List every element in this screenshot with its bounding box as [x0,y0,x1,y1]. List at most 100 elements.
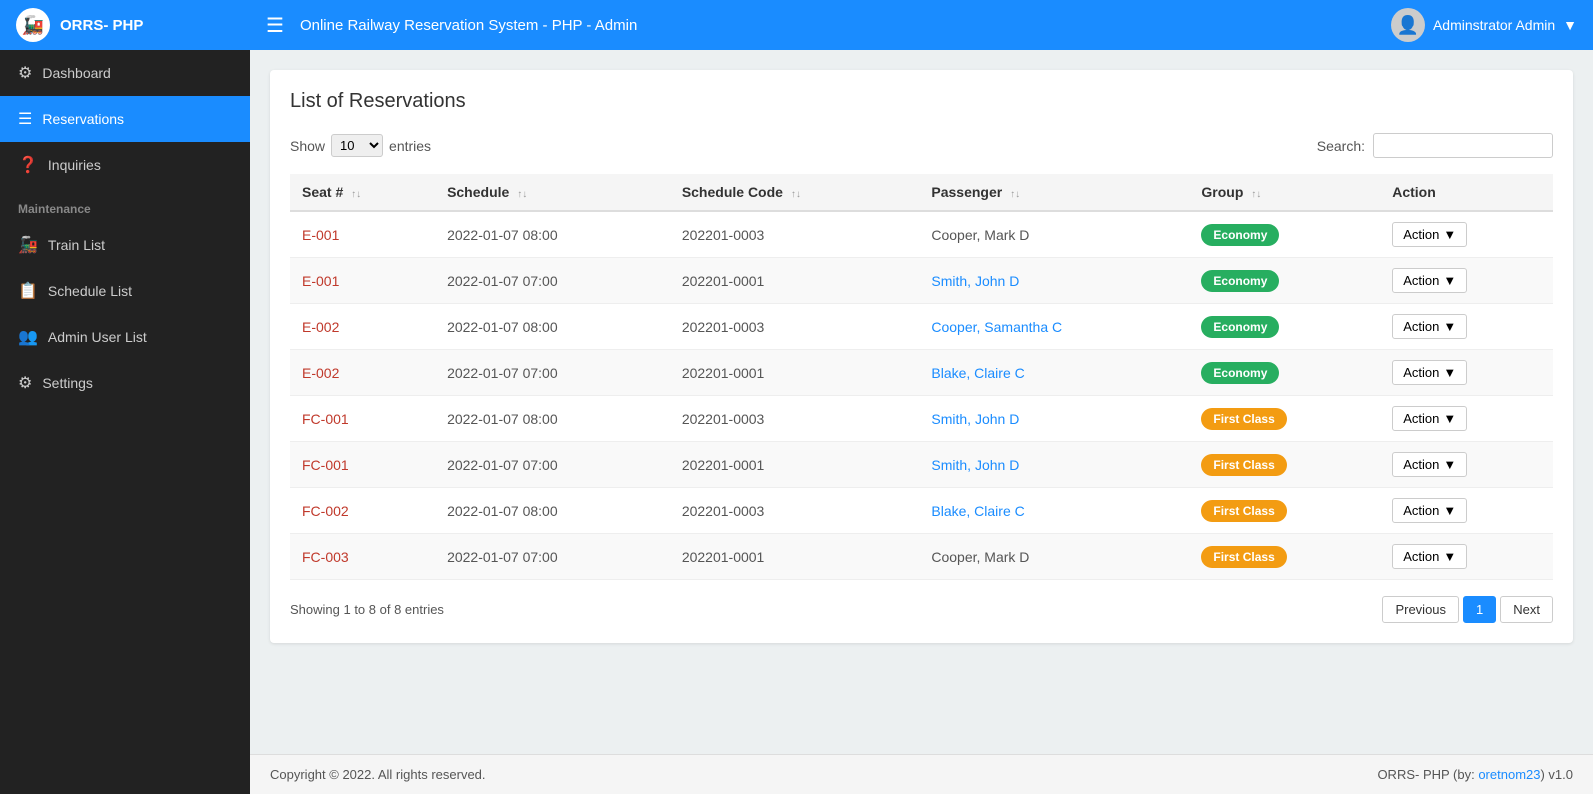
cell-action: Action ▼ [1380,211,1553,258]
cell-action: Action ▼ [1380,442,1553,488]
show-label: Show [290,138,325,154]
col-code[interactable]: Schedule Code ↑↓ [670,174,920,211]
action-button[interactable]: Action ▼ [1392,544,1467,569]
topbar: 🚂 ORRS- PHP ☰ Online Railway Reservation… [0,0,1593,50]
app-name: ORRS- PHP [60,17,143,34]
entries-select[interactable]: 10 25 50 100 [331,134,383,157]
table-body: E-001 2022-01-07 08:00 202201-0003 Coope… [290,211,1553,580]
seat-link[interactable]: FC-002 [302,503,349,519]
col-action: Action [1380,174,1553,211]
table-info: Showing 1 to 8 of 8 entries [290,602,444,617]
seat-link[interactable]: FC-001 [302,457,349,473]
cell-group: First Class [1189,396,1380,442]
cell-action: Action ▼ [1380,258,1553,304]
cell-schedule: 2022-01-07 07:00 [435,258,670,304]
cell-passenger: Blake, Claire C [919,488,1189,534]
pagination-next[interactable]: Next [1500,596,1553,623]
sidebar-item-label-schedule-list: Schedule List [48,283,132,299]
action-button[interactable]: Action ▼ [1392,268,1467,293]
sidebar-item-admin-user-list[interactable]: 👥 Admin User List [0,314,250,360]
pagination-page-1[interactable]: 1 [1463,596,1496,623]
sidebar-item-dashboard[interactable]: ⚙ Dashboard [0,50,250,96]
cell-passenger: Blake, Claire C [919,350,1189,396]
schedule-list-icon: 📋 [18,281,38,301]
seat-link[interactable]: E-002 [302,319,339,335]
reservations-card: List of Reservations Show 10 25 50 100 e… [270,70,1573,643]
cell-code: 202201-0001 [670,442,920,488]
seat-link[interactable]: E-002 [302,365,339,381]
cell-group: Economy [1189,258,1380,304]
settings-icon: ⚙ [18,373,32,393]
cell-code: 202201-0003 [670,488,920,534]
seat-link[interactable]: FC-003 [302,549,349,565]
sidebar-item-train-list[interactable]: 🚂 Train List [0,222,250,268]
user-menu[interactable]: 👤 Adminstrator Admin ▼ [1391,8,1577,42]
group-badge: Economy [1201,362,1279,384]
cell-group: First Class [1189,488,1380,534]
cell-schedule: 2022-01-07 08:00 [435,488,670,534]
action-dropdown-icon: ▼ [1443,227,1456,242]
cell-code: 202201-0003 [670,396,920,442]
action-button[interactable]: Action ▼ [1392,498,1467,523]
main-content: List of Reservations Show 10 25 50 100 e… [250,50,1593,754]
cell-seat: FC-002 [290,488,435,534]
seat-link[interactable]: E-001 [302,227,339,243]
action-dropdown-icon: ▼ [1443,457,1456,472]
cell-action: Action ▼ [1380,350,1553,396]
pagination-prev[interactable]: Previous [1382,596,1459,623]
cell-seat: FC-001 [290,442,435,488]
table-row: E-001 2022-01-07 08:00 202201-0003 Coope… [290,211,1553,258]
sidebar-item-inquiries[interactable]: ❓ Inquiries [0,142,250,188]
action-button[interactable]: Action ▼ [1392,452,1467,477]
action-button[interactable]: Action ▼ [1392,406,1467,431]
cell-action: Action ▼ [1380,304,1553,350]
sidebar-item-label-reservations: Reservations [42,111,124,127]
sidebar-item-schedule-list[interactable]: 📋 Schedule List [0,268,250,314]
sort-group-icon: ↑↓ [1251,189,1261,200]
footer-credit: ORRS- PHP (by: oretnom23) v1.0 [1377,767,1573,782]
action-button[interactable]: Action ▼ [1392,314,1467,339]
group-badge: Economy [1201,316,1279,338]
hamburger-icon[interactable]: ☰ [266,13,284,38]
train-list-icon: 🚂 [18,235,38,255]
cell-seat: E-001 [290,211,435,258]
cell-passenger: Smith, John D [919,442,1189,488]
sort-passenger-icon: ↑↓ [1010,189,1020,200]
cell-passenger: Cooper, Mark D [919,211,1189,258]
action-button[interactable]: Action ▼ [1392,222,1467,247]
cell-code: 202201-0001 [670,534,920,580]
group-badge: First Class [1201,546,1286,568]
user-name: Adminstrator Admin [1433,17,1555,33]
seat-link[interactable]: E-001 [302,273,339,289]
cell-action: Action ▼ [1380,488,1553,534]
cell-action: Action ▼ [1380,396,1553,442]
cell-code: 202201-0003 [670,211,920,258]
search-input[interactable] [1373,133,1553,158]
cell-schedule: 2022-01-07 07:00 [435,442,670,488]
cell-passenger: Smith, John D [919,258,1189,304]
cell-schedule: 2022-01-07 08:00 [435,304,670,350]
sidebar-item-label-train-list: Train List [48,237,105,253]
col-passenger[interactable]: Passenger ↑↓ [919,174,1189,211]
show-entries-control: Show 10 25 50 100 entries [290,134,431,157]
group-badge: Economy [1201,270,1279,292]
col-group[interactable]: Group ↑↓ [1189,174,1380,211]
col-seat[interactable]: Seat # ↑↓ [290,174,435,211]
action-dropdown-icon: ▼ [1443,411,1456,426]
sidebar-item-reservations[interactable]: ☰ Reservations [0,96,250,142]
cell-seat: E-002 [290,350,435,396]
action-dropdown-icon: ▼ [1443,273,1456,288]
footer-credit-link[interactable]: oretnom23 [1478,767,1540,782]
sidebar-item-settings[interactable]: ⚙ Settings [0,360,250,406]
entries-label: entries [389,138,431,154]
sidebar-section-maintenance: Maintenance [0,188,250,222]
group-badge: First Class [1201,408,1286,430]
group-badge: Economy [1201,224,1279,246]
sidebar-item-label-admin-user-list: Admin User List [48,329,147,345]
seat-link[interactable]: FC-001 [302,411,349,427]
sidebar: ⚙ Dashboard ☰ Reservations ❓ Inquiries M… [0,50,250,794]
col-schedule[interactable]: Schedule ↑↓ [435,174,670,211]
action-button[interactable]: Action ▼ [1392,360,1467,385]
table-row: E-002 2022-01-07 08:00 202201-0003 Coope… [290,304,1553,350]
sort-schedule-icon: ↑↓ [517,189,527,200]
